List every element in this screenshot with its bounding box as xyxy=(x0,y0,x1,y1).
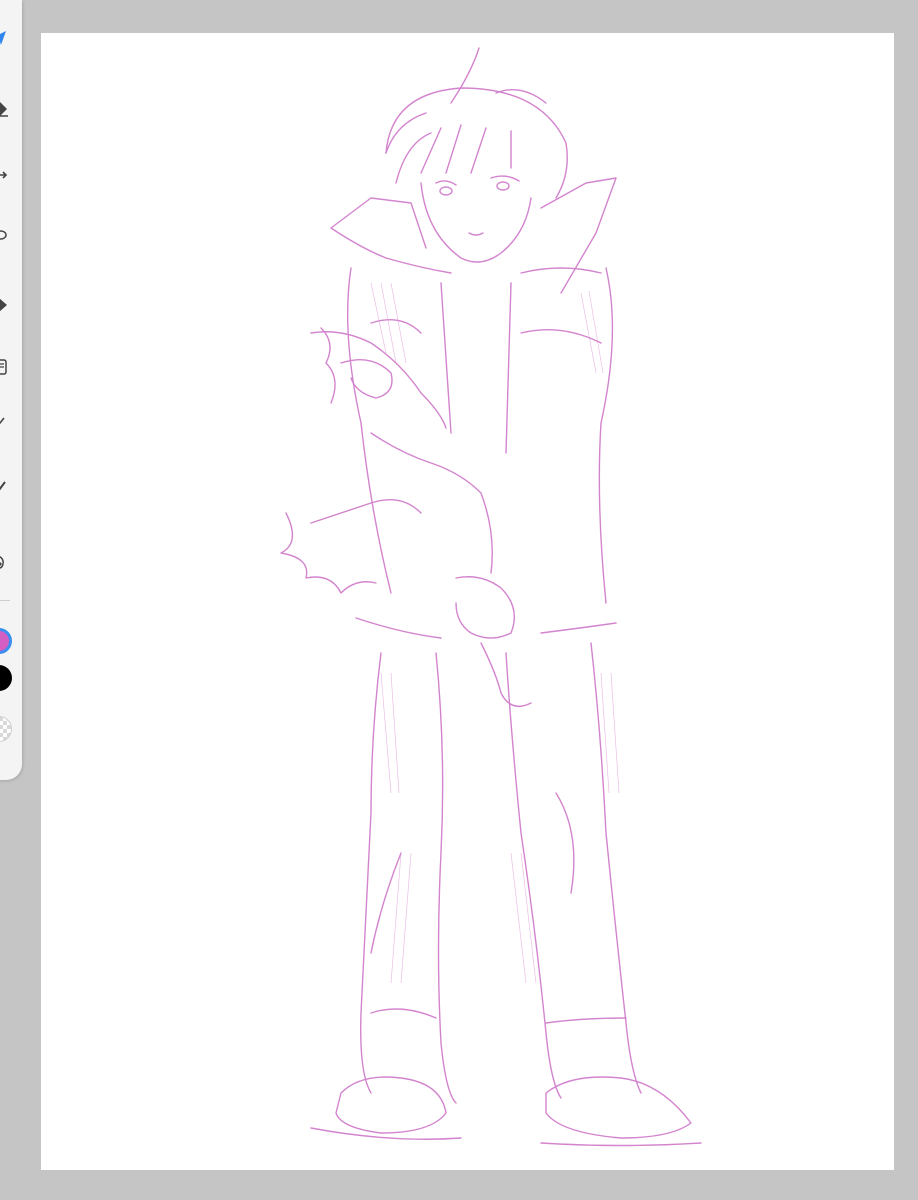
pencil-sketch-artwork xyxy=(280,47,702,1147)
move-arrows-icon[interactable] xyxy=(0,164,10,186)
tool-panel xyxy=(0,0,22,780)
layers-icon[interactable] xyxy=(0,356,10,378)
line-tool-icon[interactable] xyxy=(0,412,10,434)
smudge-icon[interactable] xyxy=(0,550,10,572)
primary-color-swatch[interactable] xyxy=(0,628,12,654)
secondary-color-swatch[interactable] xyxy=(0,665,12,691)
brush-icon[interactable] xyxy=(0,478,10,500)
eraser-icon[interactable] xyxy=(0,98,10,120)
drawing-app-window xyxy=(0,0,918,1200)
toolbar-divider xyxy=(0,600,10,601)
drawing-canvas[interactable] xyxy=(41,33,894,1170)
arrow-cursor-icon[interactable] xyxy=(0,28,10,50)
transparent-color-swatch[interactable] xyxy=(0,716,12,742)
fill-bucket-icon[interactable] xyxy=(0,294,10,316)
lasso-icon[interactable] xyxy=(0,226,10,248)
